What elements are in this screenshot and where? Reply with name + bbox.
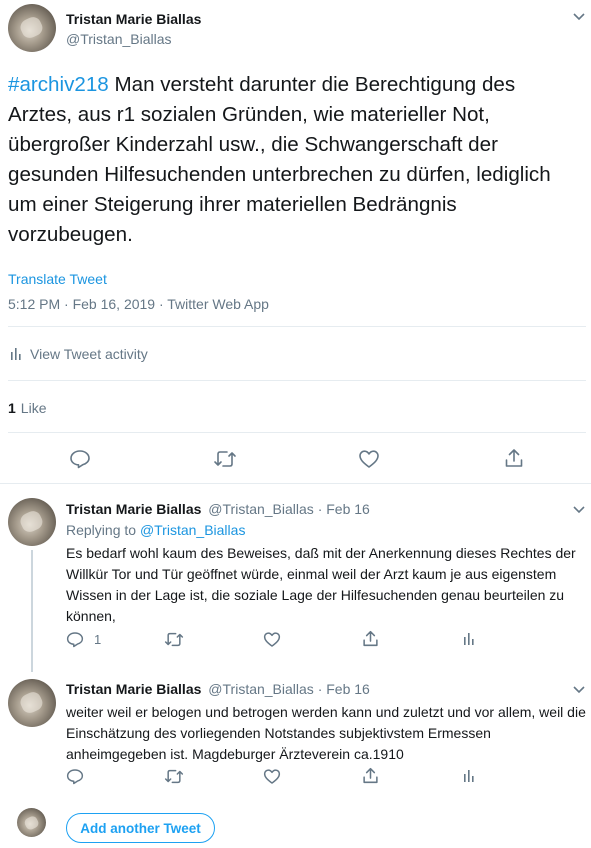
add-another-tweet-button[interactable]: Add another Tweet <box>66 813 215 843</box>
reply-action[interactable]: 1 <box>66 631 101 648</box>
reply-author-name[interactable]: Tristan Marie Biallas <box>66 681 201 697</box>
author-handle[interactable]: @Tristan_Biallas <box>66 31 172 47</box>
tweet-timestamp[interactable]: 5:12 PM · Feb 16, 2019 · Twitter Web App <box>8 296 269 312</box>
retweet-icon[interactable] <box>164 632 184 647</box>
composer-avatar <box>17 808 46 837</box>
author-name[interactable]: Tristan Marie Biallas <box>66 11 201 27</box>
reply-meta[interactable]: @Tristan_Biallas · Feb 16 <box>208 681 370 697</box>
chevron-down-icon[interactable] <box>572 685 586 695</box>
like-heart-icon[interactable] <box>263 768 281 785</box>
reply-header: Tristan Marie Biallas @Tristan_Biallas ·… <box>66 501 370 517</box>
reply-action[interactable] <box>66 768 84 785</box>
view-tweet-activity[interactable]: View Tweet activity <box>10 346 148 362</box>
reply-count: 1 <box>94 632 102 647</box>
activity-label: View Tweet activity <box>30 346 148 362</box>
replying-prefix: Replying to <box>66 522 140 538</box>
analytics-icon[interactable] <box>463 769 475 783</box>
replying-handle-link[interactable]: @Tristan_Biallas <box>140 522 246 538</box>
reply-header: Tristan Marie Biallas @Tristan_Biallas ·… <box>66 681 370 697</box>
retweet-icon[interactable] <box>213 450 237 468</box>
hashtag-link[interactable]: #archiv218 <box>8 73 109 96</box>
analytics-icon <box>10 347 22 361</box>
share-icon[interactable] <box>362 767 379 784</box>
reply-icon <box>66 768 84 785</box>
chevron-down-icon[interactable] <box>572 505 586 515</box>
replying-to: Replying to @Tristan_Biallas <box>66 522 245 538</box>
retweet-icon[interactable] <box>164 769 184 784</box>
chevron-down-icon[interactable] <box>572 12 586 22</box>
likes-stat[interactable]: 1 Like <box>8 400 46 416</box>
reply-avatar[interactable] <box>8 498 56 546</box>
reply-meta[interactable]: @Tristan_Biallas · Feb 16 <box>208 501 370 517</box>
divider <box>8 380 586 381</box>
divider <box>8 432 586 433</box>
tweet-text: #archiv218 Man versteht darunter die Ber… <box>8 70 583 250</box>
like-count: 1 <box>8 400 16 416</box>
translate-tweet-link[interactable]: Translate Tweet <box>8 271 107 287</box>
analytics-icon[interactable] <box>463 632 475 646</box>
divider <box>8 326 586 327</box>
share-icon[interactable] <box>362 630 379 647</box>
reply-avatar[interactable] <box>8 679 56 727</box>
tweet-body: Man versteht darunter die Berechtigung d… <box>8 73 551 246</box>
author-avatar[interactable] <box>8 4 56 52</box>
like-label: Like <box>20 400 47 416</box>
reply-text: weiter weil er belogen und betrogen werd… <box>66 704 586 762</box>
like-heart-icon[interactable] <box>263 631 281 648</box>
reply-icon[interactable] <box>69 449 91 469</box>
divider <box>0 483 591 484</box>
reply-icon <box>66 631 84 648</box>
like-heart-icon[interactable] <box>358 449 380 469</box>
share-icon[interactable] <box>504 448 524 468</box>
thread-line <box>31 550 33 672</box>
reply-author-name[interactable]: Tristan Marie Biallas <box>66 501 201 517</box>
reply-text: Es bedarf wohl kaum des Beweises, daß mi… <box>66 545 576 624</box>
